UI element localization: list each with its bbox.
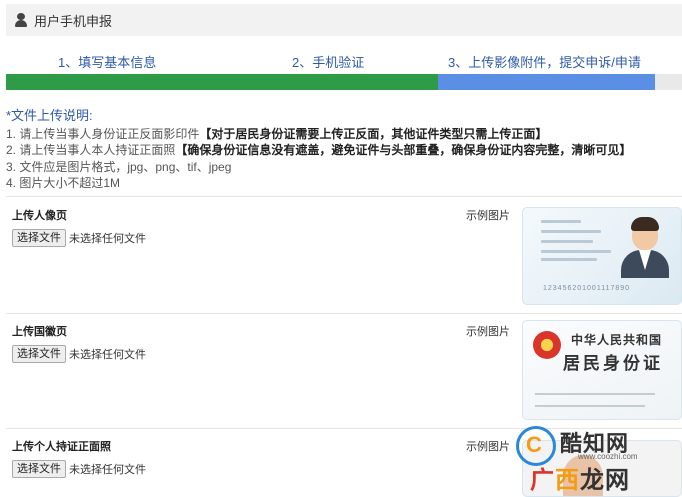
- choose-file-button-emblem[interactable]: 选择文件: [12, 345, 66, 363]
- choose-file-button-portrait[interactable]: 选择文件: [12, 229, 66, 247]
- instructions-title: *文件上传说明:: [6, 108, 93, 123]
- national-emblem-icon: [533, 331, 561, 359]
- sample-card-subtitle: 居民身份证: [563, 354, 663, 374]
- instruction-line: 4. 图片大小不超过1M: [6, 176, 121, 190]
- progress-completed: [6, 74, 438, 90]
- progress-current: [438, 74, 655, 90]
- divider: [6, 196, 682, 197]
- page-header: 用户手机申报: [6, 4, 682, 36]
- step-indicator: 1、填写基本信息 2、手机验证 3、上传影像附件，提交申诉/申请: [6, 52, 682, 74]
- upload-instructions: *文件上传说明: 1. 请上传当事人身份证正反面影印件【对于居民身份证需要上传正…: [6, 108, 682, 192]
- sample-label-portrait: 示例图片: [466, 210, 510, 222]
- sample-label-emblem: 示例图片: [466, 326, 510, 338]
- divider: [6, 313, 682, 314]
- sample-id-front-image: 123456201001117890: [522, 207, 682, 305]
- choose-file-button-holding[interactable]: 选择文件: [12, 460, 66, 478]
- instruction-line: 2. 请上传当事人本人持证正面照【确保身份证信息没有遮盖，避免证件与头部重叠，确…: [6, 143, 632, 157]
- instruction-line: 1. 请上传当事人身份证正反面影印件【对于居民身份证需要上传正反面，其他证件类型…: [6, 126, 548, 141]
- step-upload-submit: 3、上传影像附件，提交申诉/申请: [448, 55, 641, 70]
- progress-bar: [6, 74, 682, 90]
- sample-portrait: [619, 216, 671, 278]
- sample-card-title: 中华人民共和国: [571, 333, 663, 347]
- sample-id-number: 123456201001117890: [543, 285, 631, 292]
- watermark-brand-2: 广西龙网: [530, 467, 630, 494]
- file-status-portrait: 未选择任何文件: [69, 233, 146, 245]
- sample-id-back-image: 中华人民共和国 居民身份证: [522, 320, 682, 420]
- file-status-emblem: 未选择任何文件: [69, 349, 146, 361]
- file-status-holding: 未选择任何文件: [69, 464, 146, 476]
- sample-label-holding: 示例图片: [466, 441, 510, 453]
- step-basic-info: 1、填写基本信息: [58, 55, 157, 70]
- step-phone-verify: 2、手机验证: [292, 55, 365, 70]
- instruction-line: 3. 文件应是图片格式，jpg、png、tif、jpeg: [6, 159, 232, 174]
- watermark-logo-letter: C: [526, 432, 542, 457]
- user-icon: [14, 13, 28, 27]
- page-title: 用户手机申报: [34, 13, 113, 29]
